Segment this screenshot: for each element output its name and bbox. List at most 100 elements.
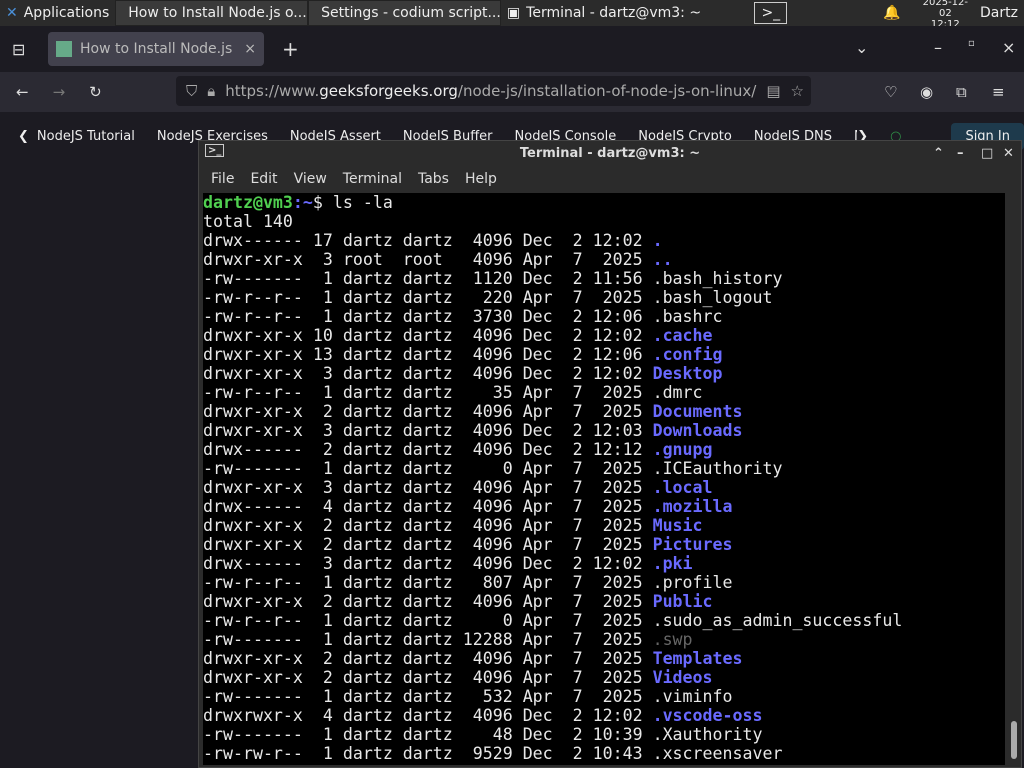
url-bar[interactable]: ⛉ 🔒︎ https://www.geeksforgeeks.org/node-j… <box>176 76 811 106</box>
tab-list-icon[interactable]: ⊟ <box>12 40 25 59</box>
file-name: .xscreensaver <box>652 744 783 763</box>
taskbar-window-browser[interactable]: How to Install Node.js o... <box>115 0 309 26</box>
file-name: .mozilla <box>652 497 733 516</box>
extensions-icon[interactable]: ⧉ <box>956 83 967 101</box>
new-tab-icon[interactable]: + <box>282 37 299 61</box>
terminal-output[interactable]: dartz@vm3:~$ ls -la total 140 drwx------ 1… <box>203 193 1005 765</box>
scrollbar[interactable] <box>1011 721 1017 759</box>
show-terminal-icon[interactable]: >_ <box>754 2 788 24</box>
listing-row: drwxr-xr-x 2 dartz dartz 4096 Apr 7 2025… <box>203 592 1005 611</box>
listing-row: drwxr-xr-x 3 root root 4096 Apr 7 2025 .… <box>203 250 1005 269</box>
file-meta: -rw------- 1 dartz dartz 0 Apr 7 2025 <box>203 459 653 478</box>
terminal-window: >_ Terminal - dartz@vm3: ~ ⌃ – □ ✕ File … <box>198 140 1022 768</box>
applications-menu[interactable]: ✕ Applications <box>0 0 115 26</box>
forward-icon[interactable]: → <box>53 83 66 101</box>
terminal-titlebar[interactable]: >_ Terminal - dartz@vm3: ~ ⌃ – □ ✕ <box>199 141 1021 166</box>
file-name: .config <box>652 345 723 364</box>
file-meta: -rw------- 1 dartz dartz 1120 Dec 2 11:5… <box>203 269 653 288</box>
file-meta: -rw-r--r-- 1 dartz dartz 35 Apr 7 2025 <box>203 383 653 402</box>
close-icon[interactable]: × <box>1002 38 1015 57</box>
file-name: Videos <box>652 668 713 687</box>
file-meta: -rw-rw-r-- 1 dartz dartz 9529 Dec 2 10:4… <box>203 744 653 763</box>
account-icon[interactable]: ◉ <box>920 83 933 101</box>
file-name: Pictures <box>652 535 733 554</box>
menu-view[interactable]: View <box>286 171 335 187</box>
close-tab-icon[interactable]: × <box>244 41 256 57</box>
file-name: Music <box>652 516 703 535</box>
file-name: .local <box>652 478 713 497</box>
listing-row: drwxr-xr-x 2 dartz dartz 4096 Apr 7 2025… <box>203 649 1005 668</box>
listing-row: -rw------- 1 dartz dartz 12288 Apr 7 202… <box>203 630 1005 649</box>
menu-terminal[interactable]: Terminal <box>335 171 410 187</box>
terminal-icon: ▣ <box>506 5 521 21</box>
file-name: .viminfo <box>652 687 733 706</box>
browser-tab[interactable]: How to Install Node.js on× <box>48 32 264 66</box>
file-meta: drwxr-xr-x 3 root root 4096 Apr 7 2025 <box>203 250 653 269</box>
listing-row: -rw------- 1 dartz dartz 532 Apr 7 2025 … <box>203 687 1005 706</box>
file-meta: drwxr-xr-x 2 dartz dartz 4096 Apr 7 2025 <box>203 402 653 421</box>
user-name[interactable]: Dartz <box>974 0 1024 26</box>
file-name: .pki <box>652 554 693 573</box>
listing-row: -rw-rw-r-- 1 dartz dartz 9529 Dec 2 10:4… <box>203 744 1005 763</box>
file-meta: drwx------ 17 dartz dartz 4096 Dec 2 12:… <box>203 231 653 250</box>
file-name: Templates <box>652 649 743 668</box>
menu-help[interactable]: Help <box>457 171 505 187</box>
file-name: .gnupg <box>652 440 713 459</box>
listing-row: -rw------- 1 dartz dartz 48 Dec 2 10:39 … <box>203 725 1005 744</box>
minimize-icon[interactable]: – <box>957 146 964 161</box>
bookmark-star-icon[interactable]: ☆ <box>791 82 804 100</box>
listing-row: drwxr-xr-x 2 dartz dartz 4096 Apr 7 2025… <box>203 535 1005 554</box>
file-name: Documents <box>652 402 743 421</box>
gfg-favicon <box>56 41 72 57</box>
file-meta: -rw-r--r-- 1 dartz dartz 3730 Dec 2 12:0… <box>203 307 653 326</box>
notification-bell-icon[interactable]: 🔔 <box>877 0 906 26</box>
file-name: .Xauthority <box>652 725 763 744</box>
back-icon[interactable]: ← <box>16 83 29 101</box>
lock-icon: 🔒︎ <box>207 82 216 100</box>
menu-file[interactable]: File <box>203 171 242 187</box>
file-meta: -rw------- 1 dartz dartz 48 Dec 2 10:39 <box>203 725 653 744</box>
listing-row: drwxr-xr-x 2 dartz dartz 4096 Apr 7 2025… <box>203 516 1005 535</box>
listing-row: drwxr-xr-x 3 dartz dartz 4096 Dec 2 12:0… <box>203 364 1005 383</box>
file-meta: drwxr-xr-x 2 dartz dartz 4096 Apr 7 2025 <box>203 516 653 535</box>
minimize-icon[interactable]: – <box>934 38 942 57</box>
close-icon[interactable]: ✕ <box>1003 146 1014 161</box>
taskbar: ✕ Applications How to Install Node.js o..… <box>0 0 1024 30</box>
menu-icon[interactable]: ≡ <box>992 83 1005 101</box>
file-name: Downloads <box>652 421 743 440</box>
listing-row: -rw-r--r-- 1 dartz dartz 220 Apr 7 2025 … <box>203 288 1005 307</box>
file-meta: drwxrwxr-x 4 dartz dartz 4096 Dec 2 12:0… <box>203 706 653 725</box>
file-meta: drwxr-xr-x 3 dartz dartz 4096 Apr 7 2025 <box>203 478 653 497</box>
reload-icon[interactable]: ↻ <box>89 83 102 101</box>
nav-link[interactable]: NodeJS Tutorial <box>37 129 135 144</box>
listing-row: drwxr-xr-x 3 dartz dartz 4096 Apr 7 2025… <box>203 478 1005 497</box>
tab-overflow-icon[interactable]: ⌄ <box>855 38 868 57</box>
file-name: . <box>652 231 663 250</box>
menu-tabs[interactable]: Tabs <box>410 171 457 187</box>
file-name: Public <box>652 592 713 611</box>
maximize-icon[interactable]: □ <box>981 146 993 161</box>
shade-icon[interactable]: ⌃ <box>933 146 944 161</box>
file-meta: drwxr-xr-x 13 dartz dartz 4096 Dec 2 12:… <box>203 345 653 364</box>
taskbar-window-codium[interactable]: Settings - codium script... <box>308 0 501 26</box>
file-meta: -rw------- 1 dartz dartz 12288 Apr 7 202… <box>203 630 653 649</box>
listing-row: drwxr-xr-x 2 dartz dartz 4096 Apr 7 2025… <box>203 668 1005 687</box>
menu-edit[interactable]: Edit <box>242 171 285 187</box>
file-meta: drwxr-xr-x 3 dartz dartz 4096 Dec 2 12:0… <box>203 421 653 440</box>
file-meta: drwxr-xr-x 2 dartz dartz 4096 Apr 7 2025 <box>203 649 653 668</box>
prompt-line: dartz@vm3:~$ ls -la <box>203 193 393 212</box>
file-name: .bash_logout <box>652 288 773 307</box>
taskbar-window-terminal[interactable]: ▣ Terminal - dartz@vm3: ~ <box>501 0 719 26</box>
listing-row: drwxr-xr-x 3 dartz dartz 4096 Dec 2 12:0… <box>203 421 1005 440</box>
file-meta: drwx------ 2 dartz dartz 4096 Dec 2 12:1… <box>203 440 653 459</box>
maximize-icon[interactable]: ▫ <box>968 38 975 49</box>
file-meta: drwxr-xr-x 2 dartz dartz 4096 Apr 7 2025 <box>203 668 653 687</box>
scroll-left-icon[interactable]: ❮ <box>18 129 29 144</box>
reader-view-icon[interactable]: ▤ <box>766 82 780 100</box>
listing-row: -rw-r--r-- 1 dartz dartz 0 Apr 7 2025 .s… <box>203 611 1005 630</box>
pocket-icon[interactable]: ♡ <box>884 83 897 101</box>
terminal-menubar: File Edit View Terminal Tabs Help <box>199 166 1021 192</box>
file-name: .sudo_as_admin_successful <box>652 611 903 630</box>
shield-icon: ⛉ <box>186 82 198 100</box>
listing-row: drwxr-xr-x 10 dartz dartz 4096 Dec 2 12:… <box>203 326 1005 345</box>
